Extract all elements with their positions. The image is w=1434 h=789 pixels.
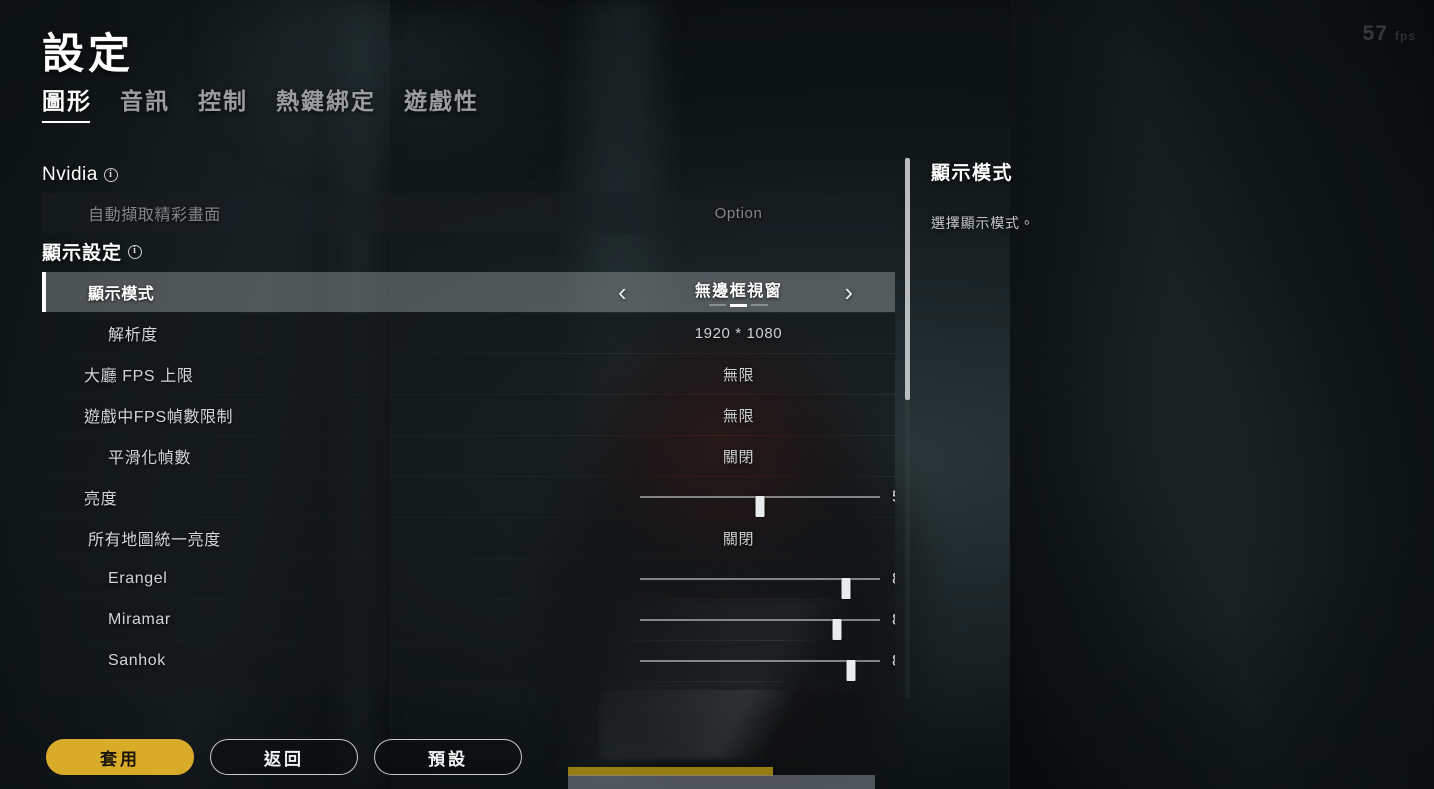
row-brightness[interactable]: 亮度 50 <box>42 477 895 517</box>
row-control: 關閉 <box>582 518 895 558</box>
row-control: Option <box>582 193 895 233</box>
row-frame-smoothing[interactable]: 平滑化幀數 關閉 <box>42 436 895 476</box>
info-icon[interactable]: i <box>103 168 118 182</box>
row-label: Miramar <box>108 611 171 628</box>
row-lobby-fps-cap[interactable]: 大廳 FPS 上限 無限 <box>42 354 895 394</box>
row-value: Option <box>714 204 763 222</box>
row-label: 平滑化幀數 <box>108 450 192 467</box>
detail-panel: 顯示模式 選擇顯示模式。 <box>905 158 1405 698</box>
page-title: 設定 <box>42 30 135 77</box>
slider-track[interactable] <box>640 619 880 640</box>
slider-thumb[interactable] <box>755 496 765 517</box>
slider-track[interactable] <box>640 496 880 517</box>
slider-value: 86 <box>892 569 895 589</box>
slider-value: 88 <box>892 651 895 671</box>
row-ingame-fps-limit[interactable]: 遊戲中FPS幀數限制 無限 <box>42 395 895 435</box>
chevron-right-icon[interactable]: › <box>844 279 853 305</box>
row-value: 關閉 <box>722 448 755 466</box>
group-label-nvidia: Nvidia <box>42 164 98 185</box>
background-bottom-gray-bar <box>568 775 875 789</box>
fps-unit: fps <box>1395 29 1416 43</box>
row-control: 82 <box>582 600 895 640</box>
row-erangel-brightness[interactable]: Erangel 86 <box>42 559 895 599</box>
row-value: 1920 * 1080 <box>694 324 783 342</box>
tabbar: 圖形 音訊 控制 熱鍵綁定 遊戲性 <box>42 82 479 123</box>
tab-keybindings[interactable]: 熱鍵綁定 <box>276 82 376 123</box>
row-control: 88 <box>582 641 895 681</box>
page-dot-active <box>730 304 747 307</box>
display-mode-selector: ‹ 無邊框視窗 › <box>582 272 895 312</box>
row-value: 無限 <box>722 366 755 384</box>
settings-list: Nvidia i 自動擷取精彩畫面 Option 顯示設定 i 顯示模式 ‹ 無… <box>42 160 895 690</box>
footer-actions: 套用 返回 預設 <box>46 739 522 775</box>
defaults-button[interactable]: 預設 <box>374 739 522 775</box>
row-display-mode[interactable]: 顯示模式 ‹ 無邊框視窗 › <box>42 272 895 312</box>
row-control: 50 <box>582 477 895 517</box>
erangel-slider[interactable]: 86 <box>582 559 895 599</box>
row-control: 無限 <box>582 354 895 394</box>
selector-value: 無邊框視窗 <box>694 283 783 300</box>
slider-track[interactable] <box>640 660 880 681</box>
apply-button[interactable]: 套用 <box>46 739 194 775</box>
row-label: 大廳 FPS 上限 <box>84 368 194 385</box>
row-control: 1920 * 1080 <box>582 313 895 353</box>
row-value: 無限 <box>722 407 755 425</box>
slider-value: 82 <box>892 610 895 630</box>
slider-thumb[interactable] <box>846 660 856 681</box>
row-sanhok-brightness[interactable]: Sanhok 88 <box>42 641 895 681</box>
row-control: 關閉 <box>582 436 895 476</box>
tab-gameplay[interactable]: 遊戲性 <box>404 82 479 123</box>
row-label: 顯示模式 <box>88 286 155 303</box>
row-control: 無限 <box>582 395 895 435</box>
page-dot <box>751 304 768 306</box>
back-button[interactable]: 返回 <box>210 739 358 775</box>
row-control: 86 <box>582 559 895 599</box>
miramar-slider[interactable]: 82 <box>582 600 895 640</box>
row-value: 關閉 <box>722 530 755 548</box>
row-resolution[interactable]: 解析度 1920 * 1080 <box>42 313 895 353</box>
sanhok-slider[interactable]: 88 <box>582 641 895 681</box>
row-next-partial[interactable] <box>42 682 895 690</box>
row-miramar-brightness[interactable]: Miramar 82 <box>42 600 895 640</box>
row-label: 自動擷取精彩畫面 <box>88 207 221 224</box>
slider-value: 50 <box>892 487 895 507</box>
tab-audio[interactable]: 音訊 <box>120 82 170 123</box>
group-header-nvidia: Nvidia i <box>42 160 895 193</box>
selector-page-indicator <box>709 304 768 307</box>
row-uniform-brightness[interactable]: 所有地圖統一亮度 關閉 <box>42 518 895 558</box>
slider-thumb[interactable] <box>832 619 842 640</box>
fps-value: 57 <box>1362 22 1388 45</box>
tab-graphics[interactable]: 圖形 <box>42 82 92 123</box>
slider-track[interactable] <box>640 578 880 599</box>
info-icon[interactable]: i <box>128 244 143 259</box>
tab-controls[interactable]: 控制 <box>198 82 248 123</box>
row-auto-capture[interactable]: 自動擷取精彩畫面 Option <box>42 193 895 233</box>
detail-title: 顯示模式 <box>931 163 1014 184</box>
fps-counter: 57 fps <box>1363 22 1416 46</box>
row-label: 遊戲中FPS幀數限制 <box>84 409 234 426</box>
group-label-display: 顯示設定 <box>42 243 123 264</box>
row-label: 亮度 <box>84 491 118 508</box>
row-control: ‹ 無邊框視窗 › <box>582 272 895 312</box>
row-label: Sanhok <box>108 652 166 669</box>
page-dot <box>709 304 726 306</box>
row-label: 所有地圖統一亮度 <box>88 532 221 549</box>
row-label: 解析度 <box>108 327 158 344</box>
brightness-slider[interactable]: 50 <box>582 477 895 517</box>
settings-screen: 57 fps 設定 圖形 音訊 控制 熱鍵綁定 遊戲性 Nvidia i 自動擷… <box>0 0 1434 789</box>
detail-description: 選擇顯示模式。 <box>931 215 1035 231</box>
group-header-display: 顯示設定 i <box>42 234 895 272</box>
row-label: Erangel <box>108 570 168 587</box>
slider-thumb[interactable] <box>841 578 851 599</box>
